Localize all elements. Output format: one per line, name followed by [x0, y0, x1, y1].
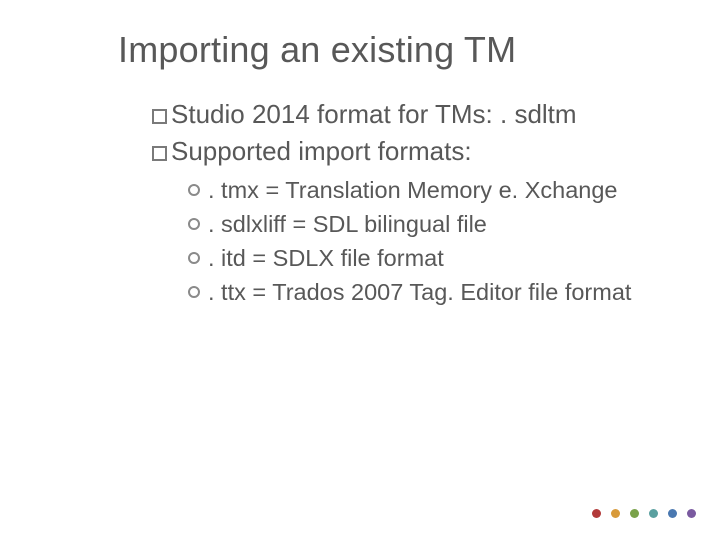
sub-bullet-list: . tmx = Translation Memory e. Xchange . … [188, 175, 720, 308]
list-item: Studio 2014 format for TMs: . sdltm [152, 97, 720, 132]
slide-title: Importing an existing TM [118, 28, 720, 71]
list-item-text: . itd = SDLX file format [208, 245, 444, 271]
square-bullet-icon [152, 146, 167, 161]
square-bullet-icon [152, 109, 167, 124]
ring-bullet-icon [188, 252, 200, 264]
ring-bullet-icon [188, 184, 200, 196]
list-item: . tmx = Translation Memory e. Xchange [188, 175, 720, 207]
list-item-text: . ttx = Trados 2007 Tag. Editor file for… [208, 279, 631, 305]
dot-icon [649, 509, 658, 518]
list-item: . sdlxliff = SDL bilingual file [188, 209, 720, 241]
list-item: Supported import formats: [152, 134, 720, 169]
dot-icon [668, 509, 677, 518]
list-item-text: Supported import formats: [171, 136, 472, 166]
list-item-text: Studio 2014 format for TMs: . sdltm [171, 99, 577, 129]
list-item: . itd = SDLX file format [188, 243, 720, 275]
decorative-dots [592, 509, 696, 518]
list-item-text: . sdlxliff = SDL bilingual file [208, 211, 487, 237]
list-item: . ttx = Trados 2007 Tag. Editor file for… [188, 277, 720, 309]
top-bullet-list: Studio 2014 format for TMs: . sdltm Supp… [152, 97, 720, 169]
dot-icon [592, 509, 601, 518]
dot-icon [687, 509, 696, 518]
list-item-text: . tmx = Translation Memory e. Xchange [208, 177, 617, 203]
ring-bullet-icon [188, 286, 200, 298]
dot-icon [630, 509, 639, 518]
ring-bullet-icon [188, 218, 200, 230]
slide: Importing an existing TM Studio 2014 for… [0, 0, 720, 540]
dot-icon [611, 509, 620, 518]
